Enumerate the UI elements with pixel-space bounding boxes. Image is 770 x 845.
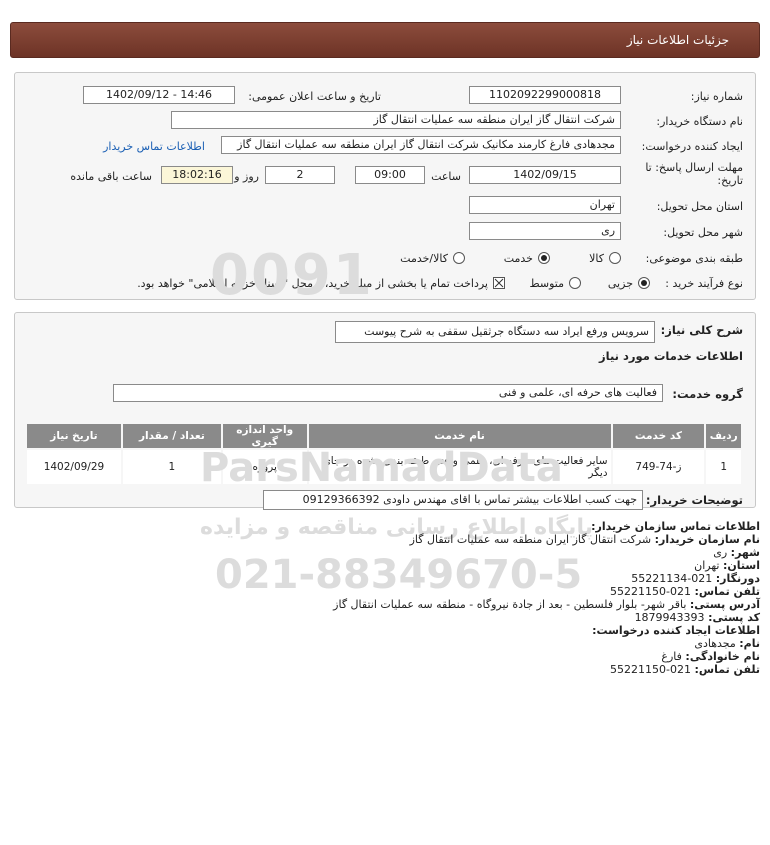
creator-family: نام خانوادگی: فارغ [661, 650, 760, 663]
remaining-time-field: 18:02:16 [161, 166, 233, 184]
contact-org: نام سازمان خریدار: شرکت انتقال گاز ایران… [409, 533, 760, 546]
cell-unit: پروژه [220, 448, 309, 486]
category-option-goods-service: کالا/خدمت [400, 252, 448, 265]
category-radio-service[interactable] [538, 252, 550, 264]
need-description-panel: شرح کلی نیاز: سرویس ورفع ایراد سه دستگاه… [14, 312, 756, 510]
category-option-goods: کالا [589, 252, 604, 265]
process-radio-minor[interactable] [638, 277, 650, 289]
col-date: تاریخ نیاز [25, 422, 123, 450]
col-row: ردیف [704, 422, 743, 450]
page-title: جزئیات اطلاعات نیاز [626, 33, 729, 47]
creator-title: اطلاعات ایجاد کننده درخواست: [592, 624, 760, 637]
city-field: ری [469, 222, 621, 240]
col-name: نام خدمت [306, 422, 613, 450]
col-unit: واحد اندازه گیری [220, 422, 309, 450]
creator-phone: تلفن تماس: 021-55221150 [610, 663, 760, 676]
province-label: استان محل تحویل: [656, 200, 743, 213]
category-option-service: خدمت [503, 252, 533, 265]
cross-icon [494, 278, 504, 288]
creator-label: ایجاد کننده درخواست: [641, 140, 743, 153]
category-radio-goods[interactable] [609, 252, 621, 264]
contact-city: شهر: ری [713, 546, 760, 559]
services-table: ردیف کد خدمت نام خدمت واحد اندازه گیری ت… [25, 422, 743, 486]
table-row: 1 ز-74-749 سایر فعالیت های حرفه ای، علمی… [25, 448, 743, 486]
buyer-notes-label: توضیحات خریدار: [645, 493, 743, 507]
need-number-label: شماره نیاز: [690, 90, 743, 103]
contact-address: آدرس پستی: باقر شهر- بلوار فلسطین - بعد … [333, 598, 760, 611]
need-info-panel: شماره نیاز: 1102092299000818 تاریخ و ساع… [14, 72, 756, 300]
treasury-checkbox[interactable] [493, 277, 505, 289]
province-field: تهران [469, 196, 621, 214]
deadline-label-date: تاریخ: [717, 174, 743, 187]
creator-field: مجدهادی فارغ کارمند مکانیک شرکت انتقال گ… [221, 136, 621, 154]
watermark-phone: 021-88349670-5 [215, 552, 583, 598]
services-title: اطلاعات خدمات مورد نیاز [599, 349, 743, 363]
services-table-header: ردیف کد خدمت نام خدمت واحد اندازه گیری ت… [25, 422, 743, 450]
page-header: جزئیات اطلاعات نیاز [10, 22, 760, 58]
announce-label: تاریخ و ساعت اعلان عمومی: [248, 90, 381, 103]
contact-phone: تلفن تماس: 021-55221150 [610, 585, 760, 598]
cell-code: ز-74-749 [610, 448, 707, 486]
service-group-field: فعالیت های حرفه ای، علمی و فنی [113, 384, 663, 402]
announce-field: 1402/09/12 - 14:46 [83, 86, 235, 104]
city-label: شهر محل تحویل: [663, 226, 743, 239]
cell-row: 1 [704, 448, 743, 486]
deadline-label: مهلت ارسال پاسخ: تا [645, 161, 743, 174]
contact-title: اطلاعات تماس سازمان خریدار: [591, 520, 760, 533]
treasury-note: پرداخت تمام یا بخشی از مبلغ خرید،از محل … [137, 277, 488, 290]
process-option-medium: متوسط [529, 277, 564, 290]
process-radio-medium[interactable] [569, 277, 581, 289]
creator-name: نام: مجدهادی [694, 637, 760, 650]
deadline-time-label: ساعت [431, 170, 461, 183]
summary-field: سرویس ورفع ایراد سه دستگاه جرثقیل سقفی ب… [335, 321, 655, 343]
process-label: نوع فرآیند خرید : [665, 277, 743, 290]
deadline-time-field: 09:00 [355, 166, 425, 184]
contact-province: استان: تهران [694, 559, 760, 572]
cell-name: سایر فعالیت های حرفه ای، علمی و فنی طبقه… [306, 448, 613, 486]
deadline-date-field: 1402/09/15 [469, 166, 621, 184]
cell-qty: 1 [120, 448, 223, 486]
buyer-org-label: نام دستگاه خریدار: [656, 115, 743, 128]
remaining-label: ساعت باقی مانده [70, 170, 152, 183]
contact-fax: دورنگار: 021-55221134 [631, 572, 760, 585]
days-label: روز و [234, 170, 259, 183]
summary-label: شرح کلی نیاز: [660, 323, 743, 337]
category-radio-goods-service[interactable] [453, 252, 465, 264]
need-number-field: 1102092299000818 [469, 86, 621, 104]
buyer-notes-field: جهت کسب اطلاعات بیشتر تماس با اقای مهندس… [263, 490, 643, 510]
buyer-org-field: شرکت انتقال گاز ایران منطقه سه عملیات ان… [171, 111, 621, 129]
buyer-contact-link[interactable]: اطلاعات تماس خریدار [103, 140, 205, 153]
category-label: طبقه بندی موضوعی: [645, 252, 743, 265]
col-code: کد خدمت [610, 422, 707, 450]
days-field: 2 [265, 166, 335, 184]
process-option-minor: جزیی [607, 277, 633, 290]
contact-postal: کد پستی: 1879943393 [634, 611, 760, 624]
service-group-label: گروه خدمت: [672, 387, 743, 401]
col-qty: تعداد / مقدار [120, 422, 223, 450]
cell-date: 1402/09/29 [25, 448, 123, 486]
